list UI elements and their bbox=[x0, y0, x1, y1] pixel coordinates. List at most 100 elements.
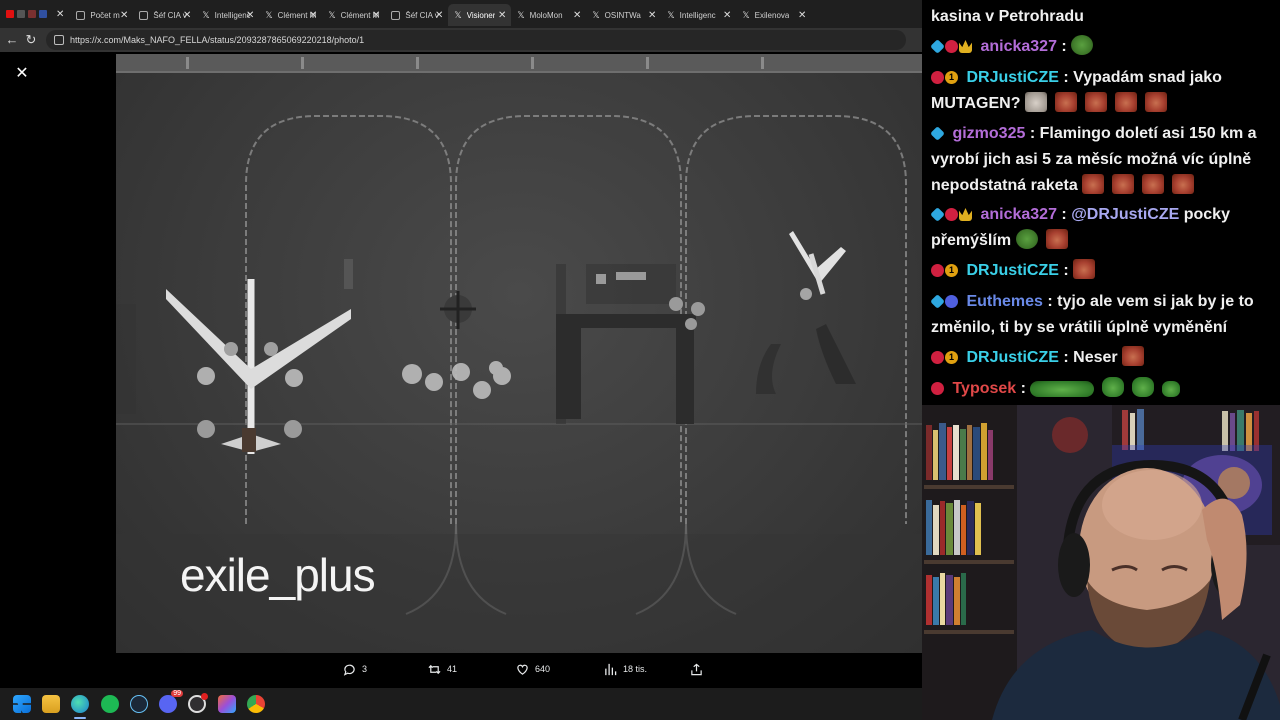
x-logo-icon: 𝕏 bbox=[328, 9, 336, 20]
close-icon[interactable]: ✕ bbox=[435, 10, 443, 21]
windows-taskbar: 99 bbox=[0, 688, 922, 720]
gem-badge-icon bbox=[931, 264, 944, 277]
frog-emote-icon bbox=[1015, 229, 1038, 249]
tab-3[interactable]: 𝕏 Clément M ✕ bbox=[259, 4, 322, 26]
file-explorer-icon[interactable] bbox=[42, 695, 60, 713]
share-icon bbox=[691, 663, 702, 675]
tab-label: Šéf CIA v bbox=[153, 10, 187, 20]
webcam-feed bbox=[922, 405, 1280, 720]
tab-label: MoloMon bbox=[529, 10, 563, 20]
chat-message: 1 DRJustiCZE : bbox=[931, 258, 1271, 284]
tab-10[interactable]: 𝕏 Exilenova ✕ bbox=[736, 4, 811, 26]
close-icon[interactable]: ✕ bbox=[798, 10, 806, 21]
url-field[interactable]: https://x.com/Maks_NAFO_FELLA/status/209… bbox=[46, 30, 906, 50]
tab-5[interactable]: Šéf CIA v ✕ bbox=[385, 4, 448, 26]
face-emote-icon bbox=[1073, 259, 1096, 279]
chat-username[interactable]: gizmo325 bbox=[952, 125, 1025, 142]
tab-9[interactable]: 𝕏 Intelligenc ✕ bbox=[661, 4, 736, 26]
tab-4[interactable]: 𝕏 Clément M ✕ bbox=[322, 4, 385, 26]
cube-badge-icon bbox=[930, 294, 945, 309]
message-text: kasina v Petrohradu bbox=[931, 8, 1084, 25]
chat-username[interactable]: DRJustiCZE bbox=[966, 349, 1058, 366]
share-button[interactable] bbox=[690, 657, 703, 681]
cat-emote-icon bbox=[1024, 92, 1047, 112]
tab-7[interactable]: 𝕏 MoloMon ✕ bbox=[511, 4, 586, 26]
edge-browser-icon[interactable] bbox=[71, 695, 89, 713]
message-text: : bbox=[1061, 206, 1067, 223]
user-badges: 1 bbox=[931, 351, 958, 364]
pepe-emote-icon bbox=[1102, 377, 1125, 397]
close-icon[interactable]: ✕ bbox=[309, 10, 317, 21]
webcam-image bbox=[922, 405, 1280, 720]
tab-8[interactable]: 𝕏 OSINTWa ✕ bbox=[586, 4, 661, 26]
mention[interactable]: @DRJustiCZE bbox=[1071, 206, 1179, 223]
view-count: 18 tis. bbox=[623, 664, 648, 674]
cube-badge-icon bbox=[930, 39, 945, 54]
close-icon[interactable]: ✕ bbox=[648, 10, 656, 21]
tab-6-active[interactable]: 𝕏 Visioner ✕ bbox=[448, 4, 512, 26]
x-logo-icon: 𝕏 bbox=[454, 9, 462, 20]
chat-message: kasina v Petrohradu bbox=[931, 4, 1271, 30]
tab-label: Počet m bbox=[90, 10, 120, 20]
chat-message: gizmo325 : Flamingo doletí asi 150 km a … bbox=[930, 121, 1271, 199]
tab-2[interactable]: 𝕏 Intelligenc ✕ bbox=[196, 4, 259, 26]
close-icon[interactable]: ✕ bbox=[573, 10, 581, 21]
tab-label: Visioner bbox=[466, 10, 496, 20]
face-emote-icon bbox=[1112, 174, 1135, 194]
photo-app-icon[interactable] bbox=[218, 695, 236, 713]
chat-message: Euthemes : tyjo ale vem si jak by je to … bbox=[930, 289, 1271, 341]
reply-icon bbox=[343, 664, 355, 676]
chrome-icon[interactable] bbox=[247, 695, 265, 713]
chat-username[interactable]: Euthemes bbox=[966, 293, 1042, 310]
spotify-icon[interactable] bbox=[101, 695, 119, 713]
windows-start-icon[interactable] bbox=[13, 695, 31, 713]
user-badges bbox=[930, 39, 972, 54]
aircraft-right bbox=[789, 231, 846, 300]
close-icon[interactable]: ✕ bbox=[183, 10, 191, 21]
reload-icon[interactable]: ↻ bbox=[24, 33, 38, 47]
gem-badge-icon bbox=[931, 71, 944, 84]
user-badges bbox=[930, 294, 958, 309]
back-arrow-icon[interactable]: ← bbox=[5, 33, 19, 47]
chat-username[interactable]: Typosek bbox=[952, 380, 1016, 397]
tab-0[interactable]: Počet m ✕ bbox=[70, 4, 133, 26]
address-bar: ← ↻ https://x.com/Maks_NAFO_FELLA/status… bbox=[0, 28, 922, 52]
tab-1[interactable]: Šéf CIA v ✕ bbox=[133, 4, 196, 26]
obs-icon[interactable] bbox=[188, 693, 208, 713]
satellite-photo: exile_plus bbox=[116, 54, 922, 653]
repost-button[interactable]: 41 bbox=[428, 657, 457, 681]
close-icon[interactable]: ✕ bbox=[498, 10, 506, 21]
helicopter bbox=[440, 291, 476, 329]
close-icon[interactable]: ✕ bbox=[56, 9, 64, 20]
chat-username[interactable]: DRJustiCZE bbox=[966, 69, 1058, 86]
views-button[interactable]: 18 tis. bbox=[604, 657, 647, 681]
like-button[interactable]: 640 bbox=[516, 657, 550, 681]
reply-button[interactable]: 3 bbox=[343, 657, 367, 681]
watermark-text: exile_plus bbox=[180, 549, 376, 601]
aircraft-left bbox=[166, 279, 351, 454]
site-info-icon[interactable] bbox=[54, 35, 64, 45]
blue-badge-icon bbox=[945, 295, 958, 308]
discord-icon[interactable]: 99 bbox=[159, 690, 183, 713]
close-icon[interactable]: ✕ bbox=[723, 10, 731, 21]
chat-username[interactable]: DRJustiCZE bbox=[966, 262, 1058, 279]
chat-message: 1 DRJustiCZE : Neser bbox=[931, 345, 1271, 371]
message-text: : bbox=[1020, 380, 1026, 397]
close-icon[interactable]: ✕ bbox=[246, 10, 254, 21]
steam-icon[interactable] bbox=[130, 695, 148, 713]
discord-badge: 99 bbox=[171, 690, 183, 697]
message-text: : bbox=[1061, 38, 1067, 55]
tab-group-lead[interactable]: ✕ bbox=[0, 0, 70, 28]
crown-badge-icon bbox=[959, 40, 972, 53]
page-icon bbox=[139, 10, 149, 20]
face-emote-icon bbox=[1142, 174, 1165, 194]
chat-username[interactable]: anicka327 bbox=[980, 38, 1057, 55]
close-icon[interactable]: ✕ bbox=[120, 10, 128, 21]
youtube-icon bbox=[6, 10, 14, 18]
close-icon[interactable]: ✕ bbox=[372, 10, 380, 21]
close-viewer-button[interactable]: ✕ bbox=[12, 64, 32, 84]
repost-count: 41 bbox=[447, 664, 458, 674]
tab-group-icon bbox=[17, 10, 25, 18]
chat-username[interactable]: anicka327 bbox=[980, 206, 1057, 223]
gem-badge-icon bbox=[931, 382, 944, 395]
